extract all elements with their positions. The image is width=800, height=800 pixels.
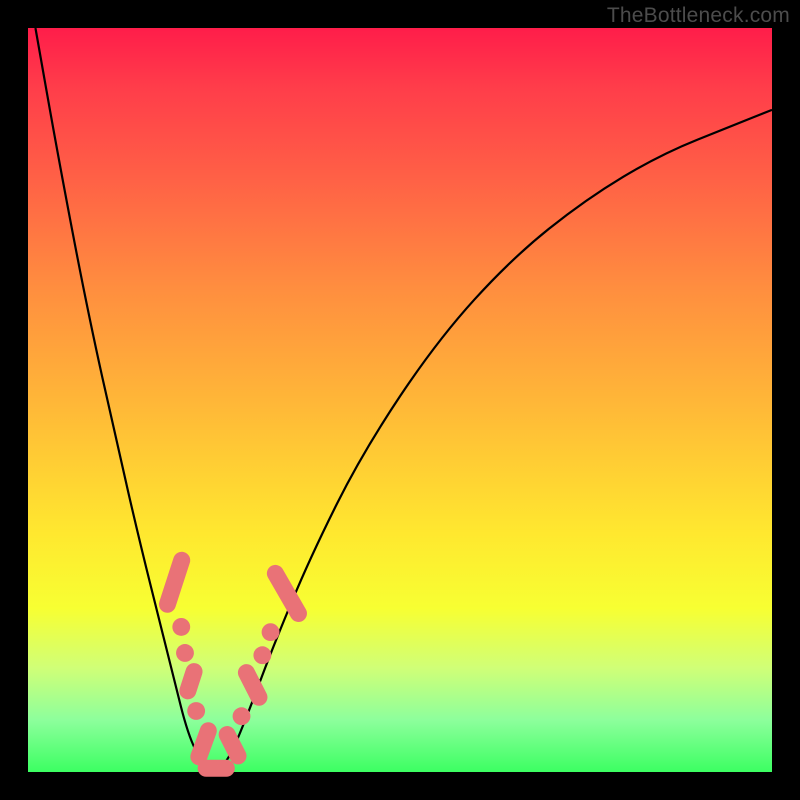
bottleneck-curve xyxy=(35,28,772,771)
marker-dot xyxy=(233,707,251,725)
marker-pill xyxy=(157,550,193,615)
marker-pill xyxy=(177,661,205,702)
marker-dot xyxy=(253,646,271,664)
marker-dot xyxy=(176,644,194,662)
marker-pill xyxy=(198,760,235,777)
marker-layer xyxy=(157,550,310,777)
marker-dot xyxy=(187,702,205,720)
marker-dot xyxy=(262,623,280,641)
marker-dot xyxy=(172,618,190,636)
plot-area xyxy=(28,28,772,772)
chart-frame: TheBottleneck.com xyxy=(0,0,800,800)
watermark-text: TheBottleneck.com xyxy=(607,4,790,28)
curve-svg xyxy=(28,28,772,772)
